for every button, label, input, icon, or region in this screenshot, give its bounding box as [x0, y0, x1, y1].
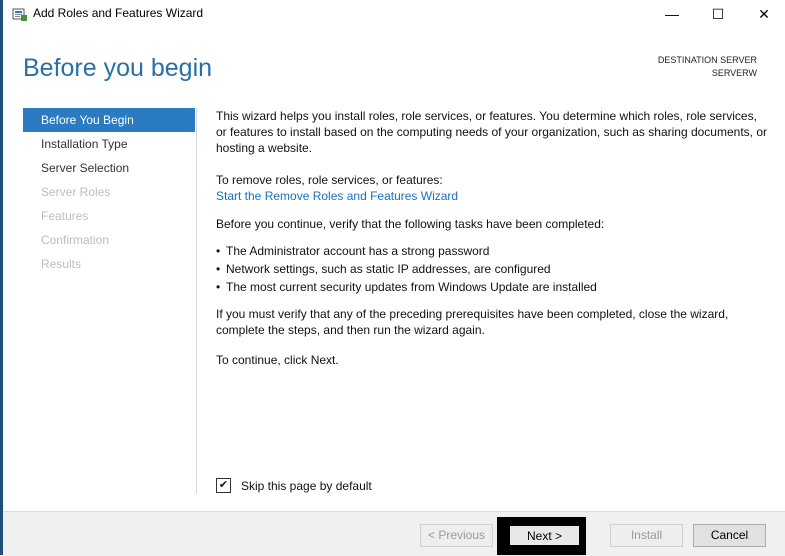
- wizard-navigation: Before You Begin Installation Type Serve…: [23, 108, 195, 276]
- list-item: Network settings, such as static IP addr…: [216, 260, 768, 278]
- nav-item-before-you-begin[interactable]: Before You Begin: [23, 108, 195, 132]
- previous-button: < Previous: [420, 524, 493, 547]
- remove-wizard-link[interactable]: Start the Remove Roles and Features Wiza…: [216, 189, 458, 203]
- destination-server-name: SERVERW: [711, 68, 757, 78]
- skip-page-label: Skip this page by default: [241, 478, 372, 493]
- intro-text: This wizard helps you install roles, rol…: [216, 109, 767, 155]
- nav-item-confirmation: Confirmation: [41, 233, 110, 247]
- nav-item-server-selection[interactable]: Server Selection: [23, 156, 195, 180]
- prerequisite-note: If you must verify that any of the prece…: [216, 307, 729, 337]
- prerequisite-list: The Administrator account has a strong p…: [216, 242, 768, 296]
- maximize-icon: ☐: [711, 5, 725, 22]
- check-icon: ✔: [218, 479, 229, 491]
- cancel-button[interactable]: Cancel: [693, 524, 766, 547]
- destination-label: DESTINATION SERVER: [657, 55, 757, 65]
- nav-divider: [196, 108, 197, 494]
- remove-label: To remove roles, role services, or featu…: [216, 173, 443, 187]
- maximize-button[interactable]: ☐: [695, 0, 741, 28]
- minimize-icon: —: [665, 6, 679, 22]
- nav-item-features: Features: [41, 209, 89, 223]
- page-title: Before you begin: [23, 54, 213, 82]
- skip-page-option[interactable]: ✔ Skip this page by default: [216, 478, 372, 493]
- verify-intro: Before you continue, verify that the fol…: [216, 217, 605, 231]
- minimize-button[interactable]: —: [649, 0, 695, 28]
- next-button[interactable]: Next >: [508, 524, 581, 547]
- destination-server-info: DESTINATION SERVER SERVERW: [658, 54, 757, 80]
- server-manager-icon: [12, 8, 27, 21]
- window-title: Add Roles and Features Wizard: [33, 6, 204, 20]
- install-button: Install: [610, 524, 683, 547]
- skip-page-checkbox[interactable]: ✔: [216, 478, 231, 493]
- window-left-edge: [0, 0, 3, 555]
- continue-note: To continue, click Next.: [216, 353, 339, 367]
- close-button[interactable]: ✕: [741, 0, 785, 28]
- close-icon: ✕: [758, 5, 770, 22]
- wizard-content: This wizard helps you install roles, rol…: [216, 108, 768, 368]
- nav-item-installation-type[interactable]: Installation Type: [23, 132, 195, 156]
- nav-item-server-roles: Server Roles: [41, 185, 111, 199]
- nav-item-results: Results: [41, 257, 82, 271]
- title-bar: Add Roles and Features Wizard — ☐ ✕: [3, 0, 785, 28]
- list-item: The most current security updates from W…: [216, 278, 768, 296]
- list-item: The Administrator account has a strong p…: [216, 242, 768, 260]
